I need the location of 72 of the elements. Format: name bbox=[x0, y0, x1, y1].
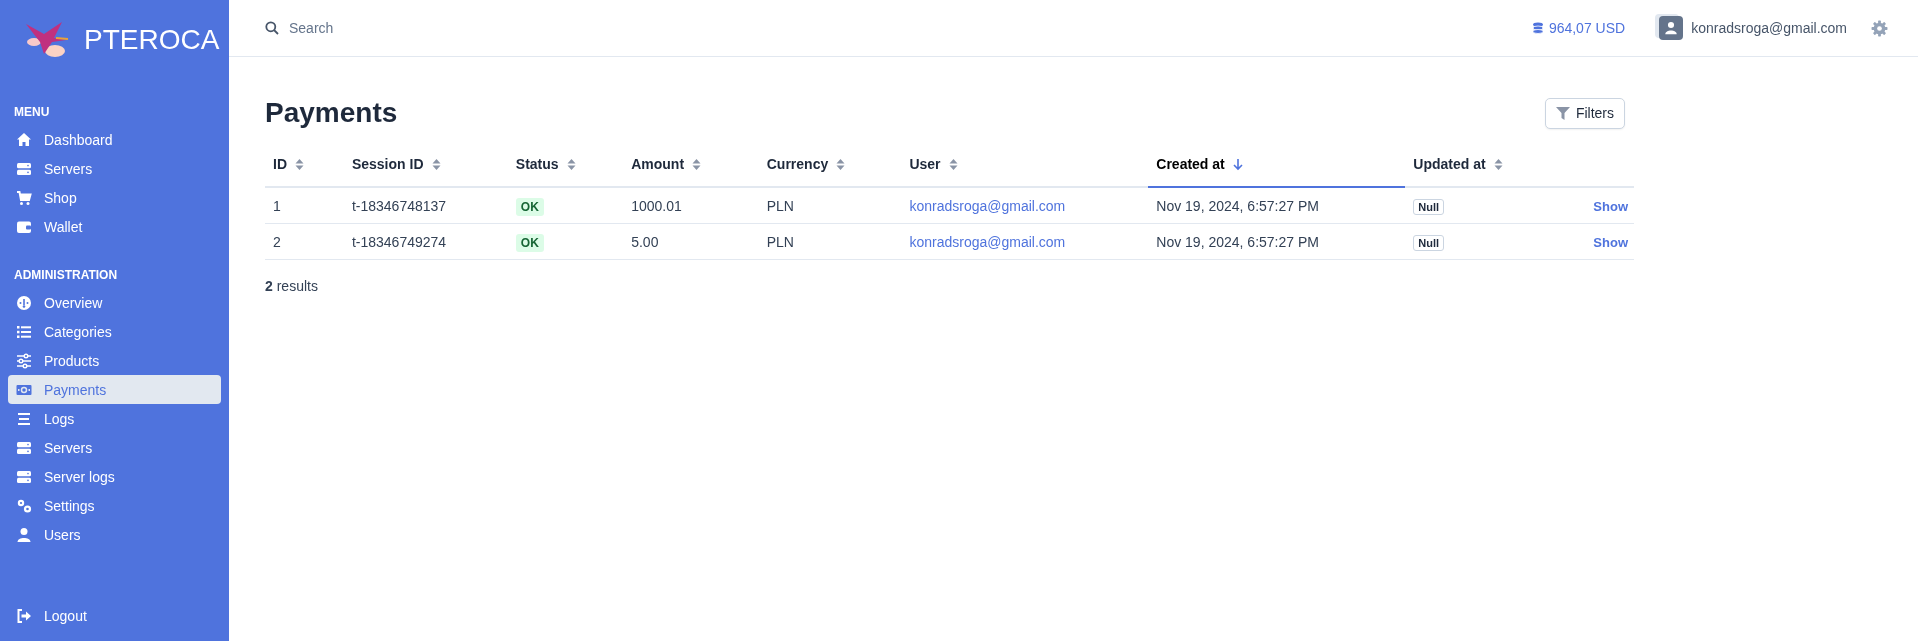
sort-icon[interactable] bbox=[1493, 157, 1503, 171]
sidebar-item[interactable]: Shop bbox=[8, 183, 221, 212]
table-cell: 5.00 bbox=[631, 233, 659, 250]
sort-icon[interactable] bbox=[295, 157, 304, 171]
sort-descending-icon[interactable] bbox=[1232, 157, 1243, 171]
user-link[interactable]: konradsroga@gmail.com bbox=[909, 197, 1066, 214]
sidebar-item[interactable]: Dashboard bbox=[8, 125, 221, 154]
section-heading: ADMINISTRATION bbox=[13, 267, 119, 284]
user-icon bbox=[16, 526, 32, 543]
sidebar-item[interactable]: Products bbox=[8, 346, 221, 375]
user-menu[interactable]: konradsroga@gmail.com bbox=[1659, 16, 1847, 40]
table-cell: PLN bbox=[766, 197, 794, 214]
sidebar-item[interactable]: Users bbox=[8, 520, 221, 549]
status-badge: OK bbox=[515, 197, 544, 216]
table-cell: 1000.01 bbox=[631, 197, 682, 214]
table-cell: t-18346749274 bbox=[351, 233, 447, 250]
user-link[interactable]: konradsroga@gmail.com bbox=[909, 233, 1066, 250]
logout-icon bbox=[16, 607, 32, 624]
sidebar-item[interactable]: Servers bbox=[8, 154, 221, 183]
funnel-icon bbox=[1555, 106, 1570, 120]
table-cell: 2 bbox=[273, 233, 281, 250]
status-badge: OK bbox=[515, 233, 544, 252]
table-cell: PLN bbox=[766, 233, 794, 250]
filters-button[interactable]: Filters bbox=[1544, 97, 1625, 129]
sort-icon[interactable] bbox=[836, 157, 846, 171]
cart-icon bbox=[16, 189, 32, 206]
sort-icon[interactable] bbox=[692, 157, 702, 171]
sidebar-item[interactable]: Categories bbox=[8, 317, 221, 346]
server-icon bbox=[16, 468, 32, 485]
sidebar-item[interactable]: Wallet bbox=[8, 212, 221, 241]
null-badge: Null bbox=[1413, 198, 1445, 215]
sort-icon[interactable] bbox=[566, 157, 576, 171]
column-header[interactable]: Session ID bbox=[343, 142, 508, 187]
sidebar-item[interactable]: Logs bbox=[8, 404, 221, 433]
gears-icon bbox=[16, 497, 32, 514]
server-icon bbox=[16, 160, 32, 177]
column-header[interactable]: Status bbox=[507, 142, 624, 187]
search-icon bbox=[265, 21, 279, 35]
show-link[interactable]: Show bbox=[1593, 234, 1628, 250]
sort-icon[interactable] bbox=[431, 157, 441, 171]
column-header[interactable]: User bbox=[901, 142, 1149, 187]
column-header[interactable]: Currency bbox=[758, 142, 902, 187]
null-badge: Null bbox=[1413, 234, 1445, 251]
coins-icon bbox=[1531, 21, 1544, 35]
settings-icon[interactable] bbox=[1871, 19, 1888, 37]
column-header[interactable]: ID bbox=[265, 142, 344, 187]
table-cell: t-18346748137 bbox=[351, 197, 447, 214]
column-header[interactable]: Created at bbox=[1148, 142, 1406, 187]
lines-icon bbox=[16, 410, 32, 427]
server-icon bbox=[16, 439, 32, 456]
sidebar-item[interactable]: Server logs bbox=[8, 462, 221, 491]
sliders-icon bbox=[16, 352, 32, 369]
brand-name: PTEROCA bbox=[84, 24, 220, 56]
results-count: 2 results bbox=[265, 278, 319, 294]
section-heading: MENU bbox=[13, 104, 51, 121]
home-icon bbox=[16, 131, 32, 148]
column-header[interactable]: Amount bbox=[623, 142, 759, 187]
sidebar-item[interactable]: Settings bbox=[8, 491, 221, 520]
table-cell: 1 bbox=[273, 197, 281, 214]
gauge-icon bbox=[16, 294, 32, 311]
page-title: Payments bbox=[265, 97, 398, 129]
column-header[interactable]: Updated at bbox=[1405, 142, 1556, 187]
sidebar-item[interactable]: Payments bbox=[8, 375, 221, 404]
wallet-balance[interactable]: 964,07 USD bbox=[1531, 20, 1626, 36]
list-icon bbox=[16, 323, 32, 340]
show-link[interactable]: Show bbox=[1593, 198, 1628, 214]
sidebar-item[interactable]: Servers bbox=[8, 433, 221, 462]
sidebar-item[interactable]: Overview bbox=[8, 288, 221, 317]
table-cell: Nov 19, 2024, 6:57:27 PM bbox=[1156, 197, 1319, 214]
logout-link[interactable]: Logout bbox=[8, 601, 221, 630]
sort-icon[interactable] bbox=[948, 157, 958, 171]
table-cell: Nov 19, 2024, 6:57:27 PM bbox=[1156, 233, 1319, 250]
